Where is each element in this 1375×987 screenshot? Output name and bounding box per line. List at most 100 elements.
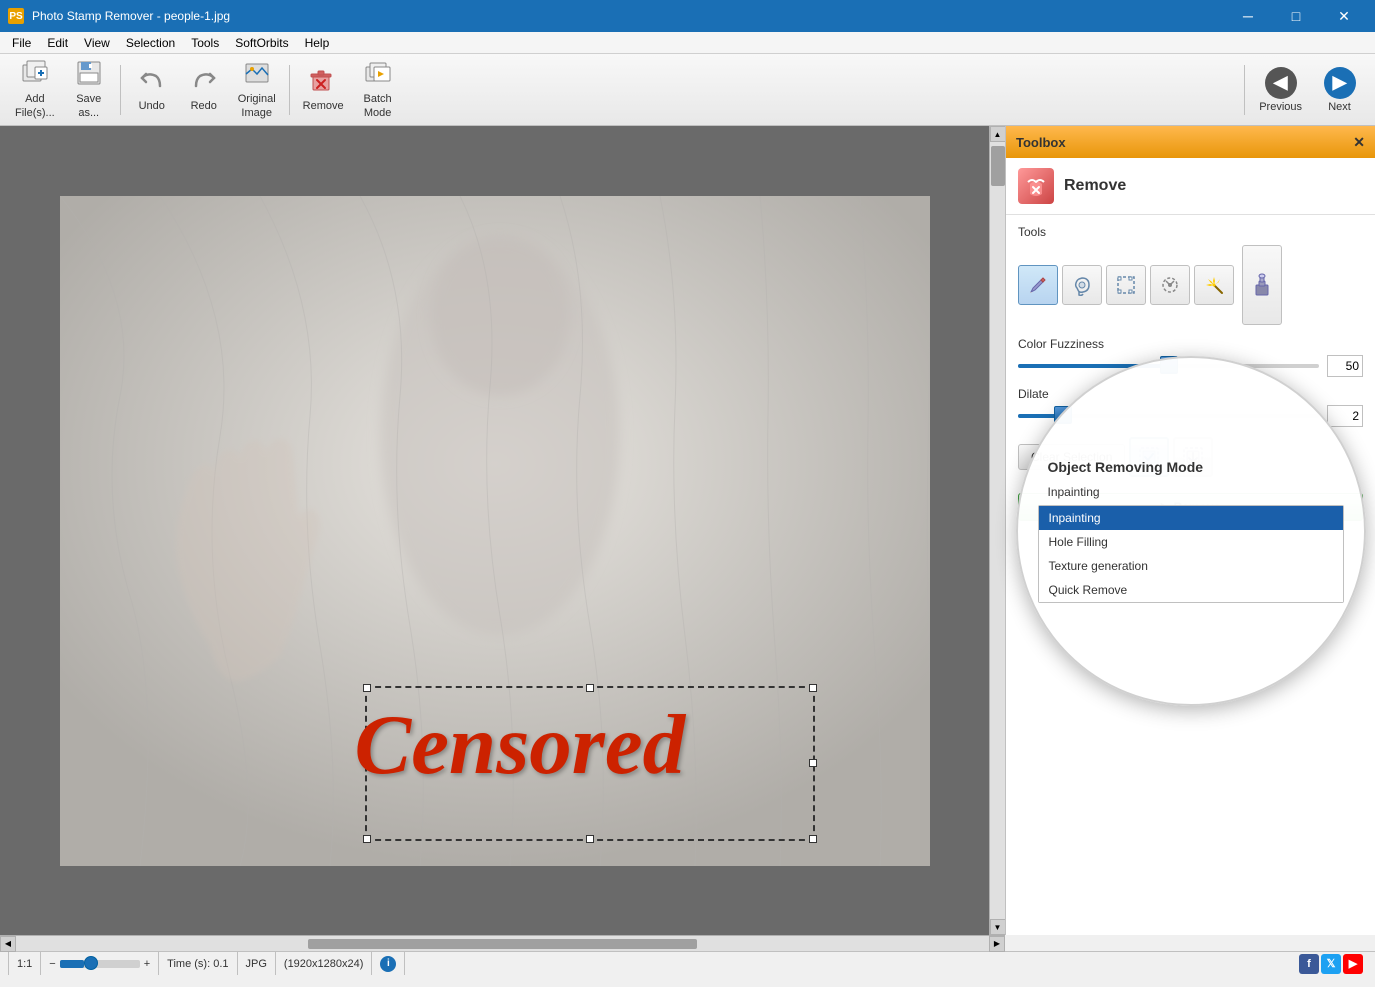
menu-bar: File Edit View Selection Tools SoftOrbit…: [0, 32, 1375, 54]
add-files-label: AddFile(s)...: [15, 93, 55, 119]
canvas-wrapper: Censored ▲ ▼: [0, 126, 1005, 935]
title-bar-left: PS Photo Stamp Remover - people-1.jpg: [8, 8, 230, 24]
toolbox-title: Toolbox: [1016, 135, 1066, 150]
status-zoom-control[interactable]: − +: [41, 952, 159, 975]
toolbar: AddFile(s)... Saveas... Undo: [0, 54, 1375, 126]
social-icons-area: f 𝕏 ▶: [1299, 954, 1367, 974]
redo-button[interactable]: Redo: [179, 60, 229, 120]
zoom-in-icon[interactable]: +: [144, 958, 150, 970]
remove-button[interactable]: Remove: [296, 60, 351, 120]
scroll-h-track[interactable]: [16, 936, 989, 951]
title-bar: PS Photo Stamp Remover - people-1.jpg ─ …: [0, 0, 1375, 32]
minimize-button[interactable]: ─: [1225, 0, 1271, 32]
add-files-button[interactable]: AddFile(s)...: [8, 60, 62, 120]
undo-label: Undo: [139, 100, 165, 113]
app-icon: PS: [8, 8, 24, 24]
handle-top-right[interactable]: [809, 684, 817, 692]
undo-button[interactable]: Undo: [127, 60, 177, 120]
undo-icon: [138, 66, 166, 98]
zoom-out-icon[interactable]: −: [49, 958, 55, 970]
scroll-down-arrow[interactable]: ▼: [990, 919, 1006, 935]
handle-bottom-right[interactable]: [809, 835, 817, 843]
original-image-label: OriginalImage: [238, 93, 276, 119]
scroll-left-arrow[interactable]: ◀: [0, 936, 16, 952]
save-as-label: Saveas...: [76, 93, 101, 119]
status-zoom: 1:1: [8, 952, 41, 975]
tools-row: [1018, 245, 1363, 325]
scroll-thumb-v[interactable]: [991, 146, 1005, 186]
dropdown-list: Inpainting Hole Filling Texture generati…: [1038, 505, 1344, 603]
menu-selection[interactable]: Selection: [118, 32, 183, 53]
batch-mode-button[interactable]: BatchMode: [353, 60, 403, 120]
add-files-icon: [21, 59, 49, 91]
scroll-up-arrow[interactable]: ▲: [990, 126, 1006, 142]
photo-background: Censored: [60, 196, 930, 866]
toolbox-title-row: Remove: [1006, 158, 1375, 215]
lasso-tool-button[interactable]: [1062, 265, 1102, 305]
redo-icon: [190, 66, 218, 98]
previous-button[interactable]: ◀ Previous: [1251, 63, 1310, 117]
separator-3: [1244, 65, 1245, 115]
censored-text: Censored: [355, 696, 686, 794]
next-icon: ▶: [1324, 67, 1356, 99]
toolbox-section-title: Remove: [1064, 177, 1126, 195]
redo-label: Redo: [191, 100, 217, 113]
smart-selection-tool-button[interactable]: [1150, 265, 1190, 305]
prev-icon: ◀: [1265, 67, 1297, 99]
original-image-button[interactable]: OriginalImage: [231, 60, 283, 120]
handle-top-left[interactable]: [363, 684, 371, 692]
vertical-scrollbar[interactable]: ▲ ▼: [989, 126, 1005, 935]
original-image-icon: [243, 59, 271, 91]
youtube-icon[interactable]: ▶: [1343, 954, 1363, 974]
close-button[interactable]: ✕: [1321, 0, 1367, 32]
handle-bottom-left[interactable]: [363, 835, 371, 843]
scroll-right-arrow[interactable]: ▶: [989, 936, 1005, 952]
save-as-button[interactable]: Saveas...: [64, 60, 114, 120]
next-label: Next: [1328, 101, 1351, 113]
menu-help[interactable]: Help: [297, 32, 338, 53]
toolbox-close-button[interactable]: ✕: [1353, 134, 1365, 151]
handle-bottom-middle[interactable]: [586, 835, 594, 843]
handle-middle-right[interactable]: [809, 759, 817, 767]
remove-section-icon: [1018, 168, 1054, 204]
toolbox-header: Toolbox ✕: [1006, 126, 1375, 158]
separator-1: [120, 65, 121, 115]
stamp-tool-button[interactable]: [1242, 245, 1282, 325]
color-fuzziness-value[interactable]: 50: [1327, 355, 1363, 377]
status-time: Time (s): 0.1: [159, 952, 237, 975]
main-area: Censored ▲ ▼ Toolbox ✕: [0, 126, 1375, 935]
dropdown-item-texture-generation[interactable]: Texture generation: [1039, 554, 1343, 578]
handle-top-middle[interactable]: [586, 684, 594, 692]
status-dimensions: (1920x1280x24): [276, 952, 373, 975]
twitter-icon[interactable]: 𝕏: [1321, 954, 1341, 974]
next-button[interactable]: ▶ Next: [1312, 63, 1367, 117]
app-title: Photo Stamp Remover - people-1.jpg: [32, 9, 230, 23]
menu-tools[interactable]: Tools: [183, 32, 227, 53]
color-fuzziness-label: Color Fuzziness: [1018, 337, 1363, 351]
status-format: JPG: [238, 952, 276, 975]
scroll-h-thumb[interactable]: [308, 939, 697, 949]
nav-area: ◀ Previous ▶ Next: [1240, 63, 1367, 117]
dilate-value[interactable]: 2: [1327, 405, 1363, 427]
menu-softorbits[interactable]: SoftOrbits: [227, 32, 296, 53]
canvas-area[interactable]: Censored ▲ ▼: [0, 126, 1005, 935]
tools-section-label: Tools: [1018, 225, 1363, 239]
menu-edit[interactable]: Edit: [39, 32, 76, 53]
rect-selection-tool-button[interactable]: [1106, 265, 1146, 305]
status-bar: 1:1 − + Time (s): 0.1 JPG (1920x1280x24)…: [0, 951, 1375, 975]
dropdown-circle: Object Removing Mode Inpainting Inpainti…: [1016, 356, 1366, 706]
batch-mode-icon: [364, 59, 392, 91]
facebook-icon[interactable]: f: [1299, 954, 1319, 974]
menu-view[interactable]: View: [76, 32, 118, 53]
menu-file[interactable]: File: [4, 32, 39, 53]
dropdown-item-quick-remove[interactable]: Quick Remove: [1039, 578, 1343, 602]
dropdown-item-inpainting[interactable]: Inpainting: [1039, 506, 1343, 530]
batch-mode-label: BatchMode: [364, 93, 392, 119]
horizontal-scrollbar[interactable]: ◀ ▶: [0, 935, 1005, 951]
dropdown-item-hole-filling[interactable]: Hole Filling: [1039, 530, 1343, 554]
pencil-tool-button[interactable]: [1018, 265, 1058, 305]
magic-wand-tool-button[interactable]: [1194, 265, 1234, 305]
status-info-icon[interactable]: i: [372, 952, 405, 975]
title-bar-controls: ─ □ ✕: [1225, 0, 1367, 32]
maximize-button[interactable]: □: [1273, 0, 1319, 32]
